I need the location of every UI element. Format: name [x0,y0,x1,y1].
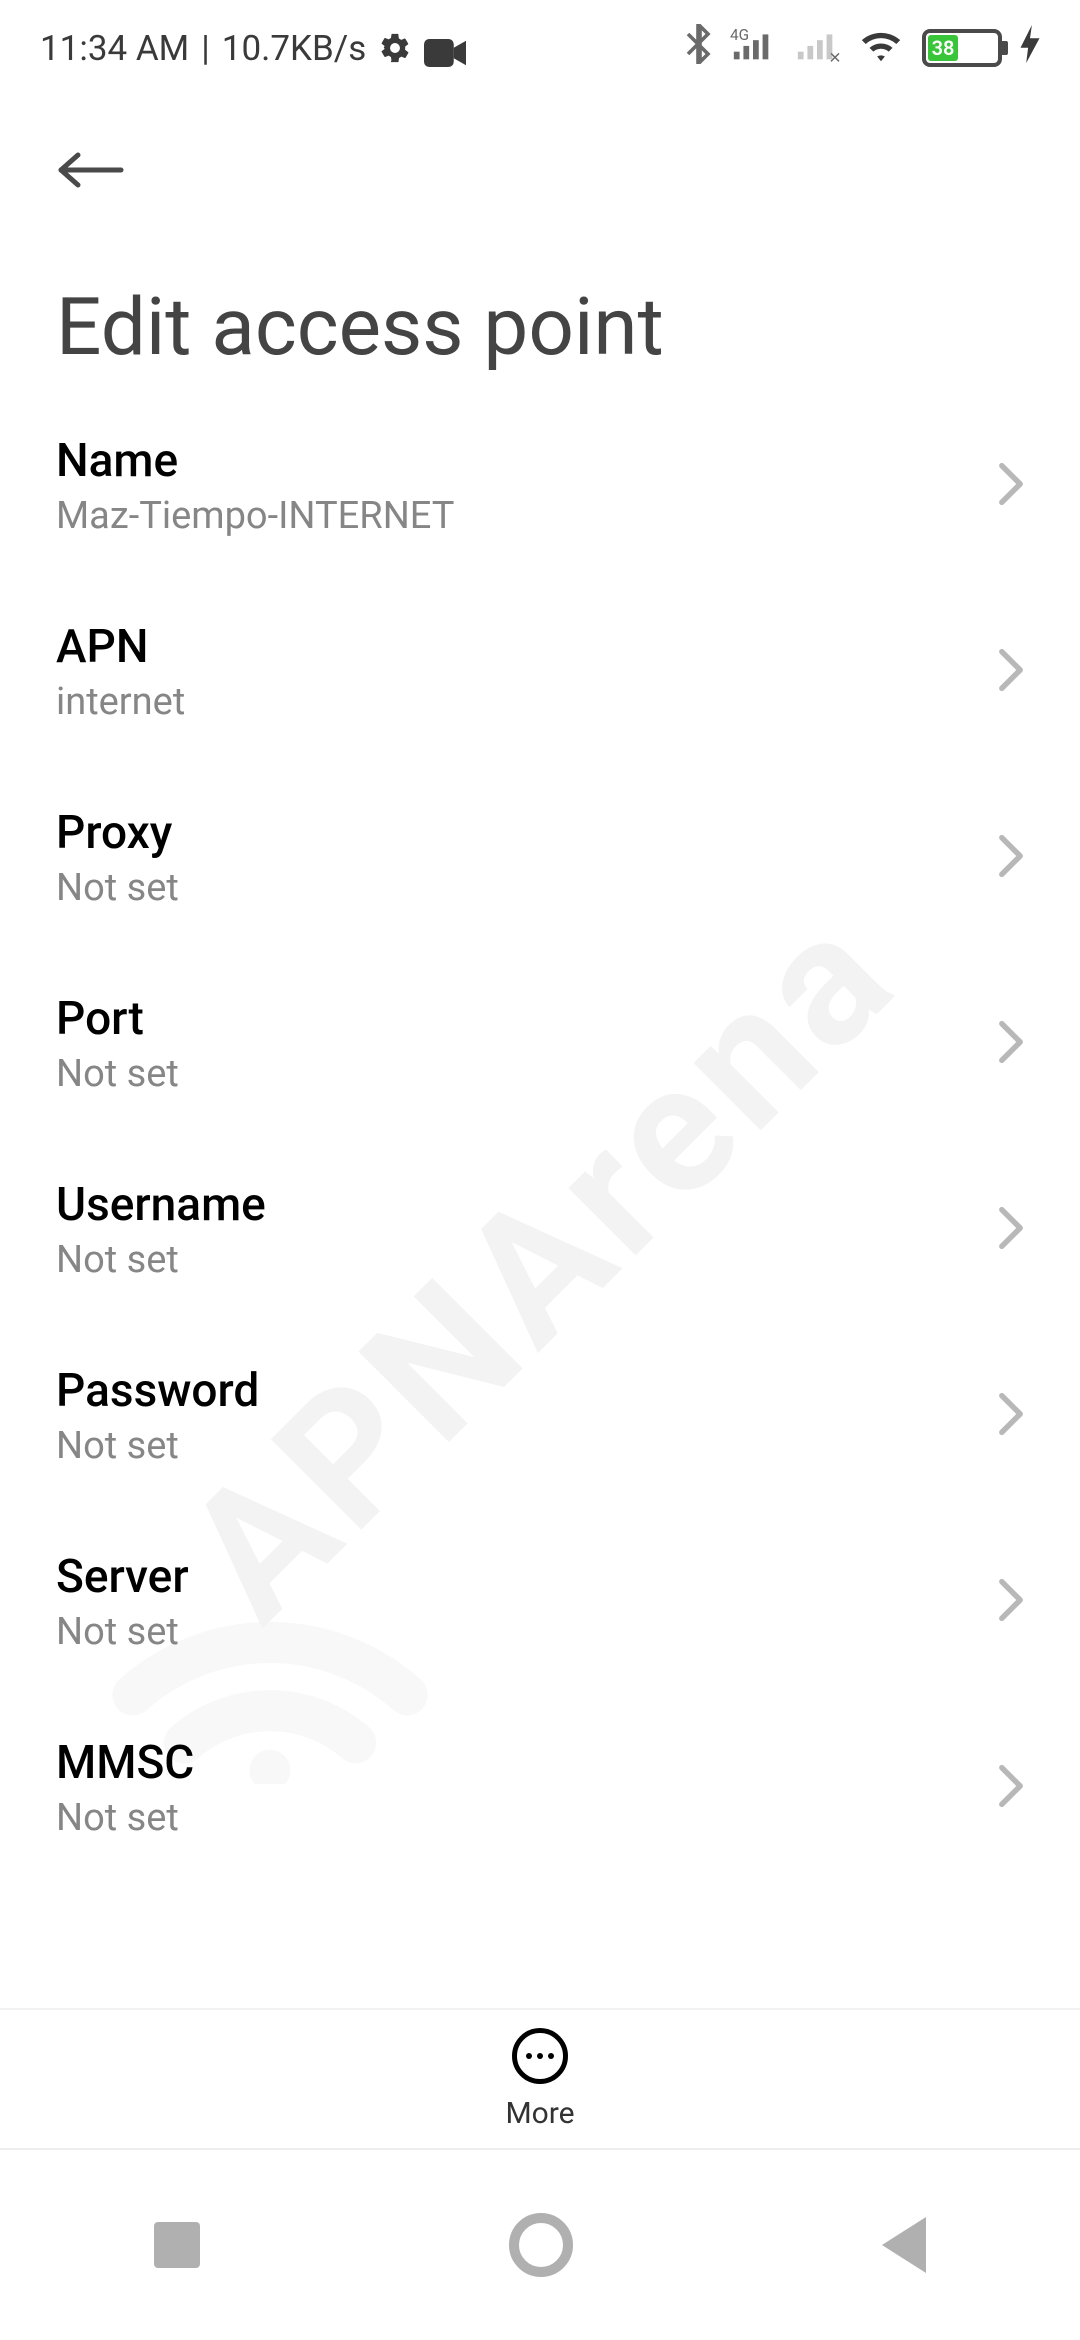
bluetooth-icon [684,24,712,73]
list-item[interactable]: Port Not set [0,952,1080,1138]
arrow-left-icon [56,152,126,192]
list-value: Not set [56,1796,978,1840]
chevron-right-icon [998,1578,1024,1626]
list-value: Not set [56,866,978,910]
list-text: Server Not set [56,1550,978,1654]
list-label: Username [56,1178,978,1232]
chevron-right-icon [998,1206,1024,1254]
chevron-right-icon [998,462,1024,510]
list-item[interactable]: Password Not set [0,1324,1080,1510]
list-item[interactable]: Server Not set [0,1510,1080,1696]
list-value: Not set [56,1238,978,1282]
list-text: APN internet [56,620,978,724]
list-value: Not set [56,1052,978,1096]
list-item[interactable]: APN internet [0,580,1080,766]
chevron-right-icon [998,834,1024,882]
status-right: 4G ✕ 38 [684,24,1040,73]
list-label: Proxy [56,806,978,860]
back-button[interactable] [56,136,128,208]
list-text: Username Not set [56,1178,978,1282]
list-item[interactable]: MMSC Not set [0,1696,1080,1848]
battery-percent: 38 [928,35,958,61]
list-value: internet [56,680,978,724]
list-text: Port Not set [56,992,978,1096]
chevron-right-icon [998,648,1024,696]
nav-home-button[interactable] [509,2213,573,2277]
list-label: Port [56,992,978,1046]
list-value: Not set [56,1610,978,1654]
list-text: Name Maz-Tiempo-INTERNET [56,434,978,538]
charging-icon [1020,25,1040,72]
chevron-right-icon [998,1392,1024,1440]
chevron-right-icon [998,1764,1024,1812]
list-label: APN [56,620,978,674]
nav-back-button[interactable] [882,2217,926,2273]
more-button[interactable]: More [505,2028,574,2131]
battery-icon: 38 [922,29,1002,67]
list-label: Server [56,1550,978,1604]
list-item[interactable]: Username Not set [0,1138,1080,1324]
status-data-rate: 10.7KB/s [222,28,367,69]
signal-sim2-icon: ✕ [794,24,840,73]
svg-text:✕: ✕ [829,49,841,64]
list-label: Password [56,1364,978,1418]
svg-text:4G: 4G [730,26,749,44]
status-separator: | [201,28,210,69]
nav-recent-button[interactable] [154,2222,200,2268]
list-value: Maz-Tiempo-INTERNET [56,494,978,538]
wifi-icon [858,26,904,71]
list-item[interactable]: Name Maz-Tiempo-INTERNET [0,394,1080,580]
more-label: More [505,2096,574,2131]
camera-icon [424,35,466,61]
more-icon [512,2028,568,2084]
page-title: Edit access point [0,208,1080,414]
gear-icon [378,31,412,65]
chevron-right-icon [998,1020,1024,1068]
list-label: Name [56,434,978,488]
list-text: Proxy Not set [56,806,978,910]
header [0,96,1080,208]
status-left: 11:34 AM | 10.7KB/s [40,28,466,69]
list-value: Not set [56,1424,978,1468]
list-text: MMSC Not set [56,1736,978,1840]
list-text: Password Not set [56,1364,978,1468]
list-label: MMSC [56,1736,978,1790]
status-time: 11:34 AM [40,28,189,69]
signal-4g-icon: 4G [730,24,776,73]
list-item[interactable]: Proxy Not set [0,766,1080,952]
bottom-toolbar: More [0,2008,1080,2148]
apn-list: Name Maz-Tiempo-INTERNET APN internet Proxy N… [0,394,1080,1848]
status-bar: 11:34 AM | 10.7KB/s 4G ✕ 38 [0,0,1080,96]
nav-bar [0,2148,1080,2340]
